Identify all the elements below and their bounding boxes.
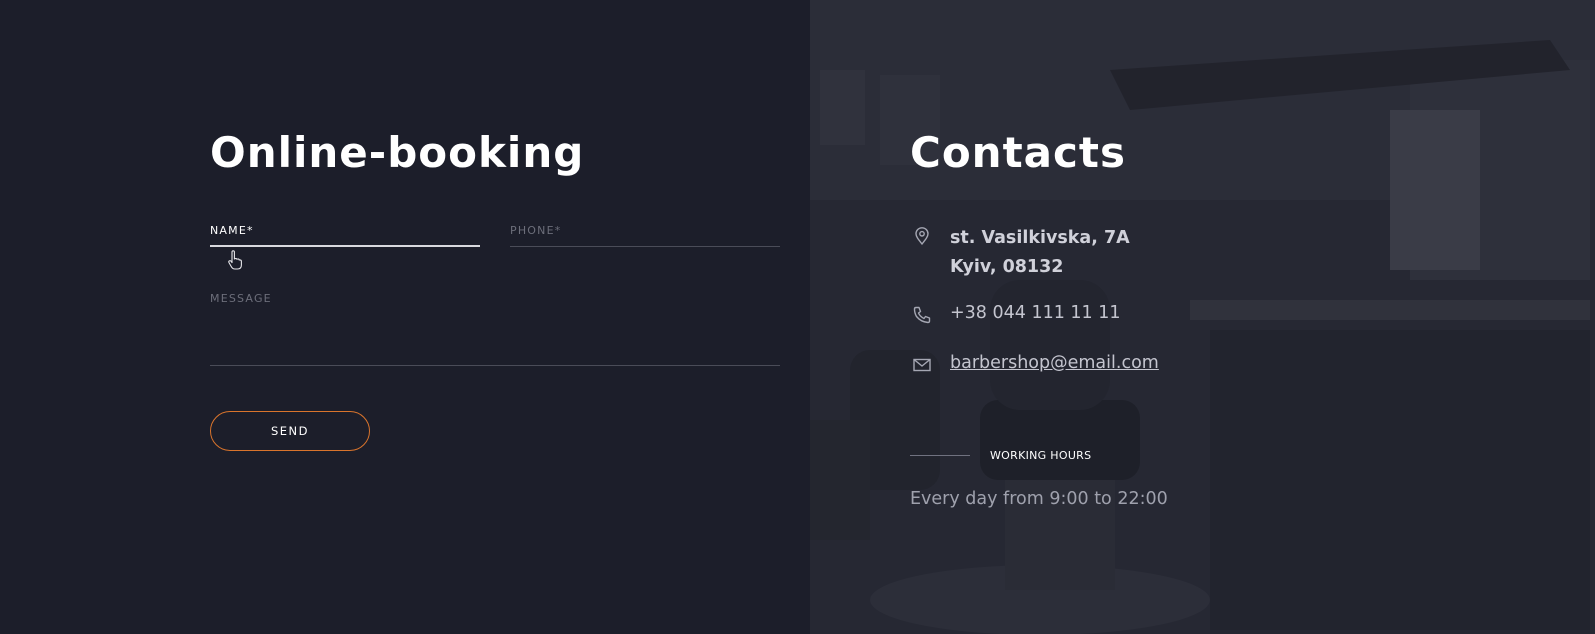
mail-icon bbox=[912, 355, 932, 375]
send-button[interactable]: SEND bbox=[210, 411, 370, 451]
email-row: barbershop@email.com bbox=[912, 353, 1159, 375]
address-line-1: st. Vasilkivska, 7A bbox=[950, 228, 1130, 248]
phone-field[interactable]: PHONE* bbox=[510, 224, 780, 247]
address-row: st. Vasilkivska, 7A Kyiv, 08132 bbox=[912, 224, 1130, 282]
hand-cursor-icon bbox=[227, 250, 243, 270]
name-field[interactable]: NAME* bbox=[210, 224, 480, 247]
message-label: MESSAGE bbox=[210, 292, 272, 305]
name-underline bbox=[210, 245, 480, 247]
working-hours-text: Every day from 9:00 to 22:00 bbox=[910, 489, 1168, 509]
phone-icon bbox=[912, 305, 932, 325]
phone-underline bbox=[510, 246, 780, 247]
name-label: NAME* bbox=[210, 224, 254, 237]
message-field[interactable]: MESSAGE bbox=[210, 292, 780, 366]
phone-row: +38 044 111 11 11 bbox=[912, 303, 1121, 325]
phone-label: PHONE* bbox=[510, 224, 562, 237]
phone-number[interactable]: +38 044 111 11 11 bbox=[950, 303, 1121, 323]
map-pin-icon bbox=[912, 226, 932, 246]
booking-title: Online-booking bbox=[210, 128, 585, 177]
address-line-2: Kyiv, 08132 bbox=[950, 257, 1064, 277]
message-underline bbox=[210, 365, 780, 366]
address-text: st. Vasilkivska, 7A Kyiv, 08132 bbox=[950, 224, 1130, 282]
hours-divider bbox=[910, 455, 970, 456]
contacts-title: Contacts bbox=[910, 128, 1126, 177]
email-link[interactable]: barbershop@email.com bbox=[950, 353, 1159, 373]
working-hours-label: WORKING HOURS bbox=[990, 449, 1092, 462]
